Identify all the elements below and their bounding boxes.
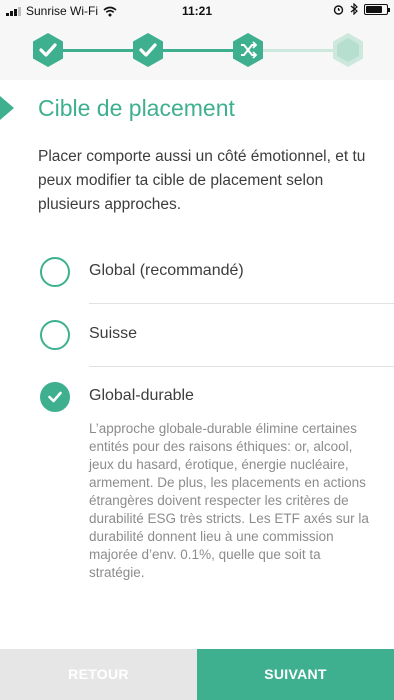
- status-bar: Sunrise Wi-Fi 11:21: [0, 0, 394, 22]
- title-marker-icon: [0, 96, 14, 120]
- radio-suisse[interactable]: [40, 320, 70, 350]
- step-2-complete: [130, 32, 166, 68]
- option-global-durable[interactable]: Global-durable: [0, 366, 394, 428]
- option-global[interactable]: Global (recommandé): [0, 241, 394, 303]
- status-icons: [333, 3, 390, 15]
- back-button[interactable]: RETOUR: [0, 649, 197, 700]
- alarm-icon: [333, 4, 344, 15]
- intro-text: Placer comporte aussi un côté émotionnel…: [38, 148, 366, 213]
- radio-global[interactable]: [40, 257, 70, 287]
- progress-stepper: [0, 22, 394, 80]
- option-description: L’approche globale-durable élimine certa…: [89, 421, 369, 580]
- option-label: Global (recommandé): [89, 262, 244, 279]
- next-button[interactable]: SUIVANT: [197, 649, 394, 700]
- option-label: Global-durable: [89, 387, 194, 404]
- option-label: Suisse: [89, 325, 138, 342]
- check-icon: [33, 33, 63, 67]
- option-suisse[interactable]: Suisse: [0, 304, 394, 366]
- battery-icon: [364, 3, 390, 15]
- shuffle-icon: [233, 33, 263, 67]
- bluetooth-icon: [350, 3, 358, 15]
- step-4-pending: [330, 32, 366, 68]
- page-title: Cible de placement: [38, 95, 235, 121]
- check-icon: [133, 33, 163, 67]
- step-1-complete: [30, 32, 66, 68]
- radio-global-durable[interactable]: [40, 382, 70, 412]
- hexagon-icon: [333, 33, 363, 67]
- check-icon: [48, 391, 62, 403]
- step-3-current: [230, 32, 266, 68]
